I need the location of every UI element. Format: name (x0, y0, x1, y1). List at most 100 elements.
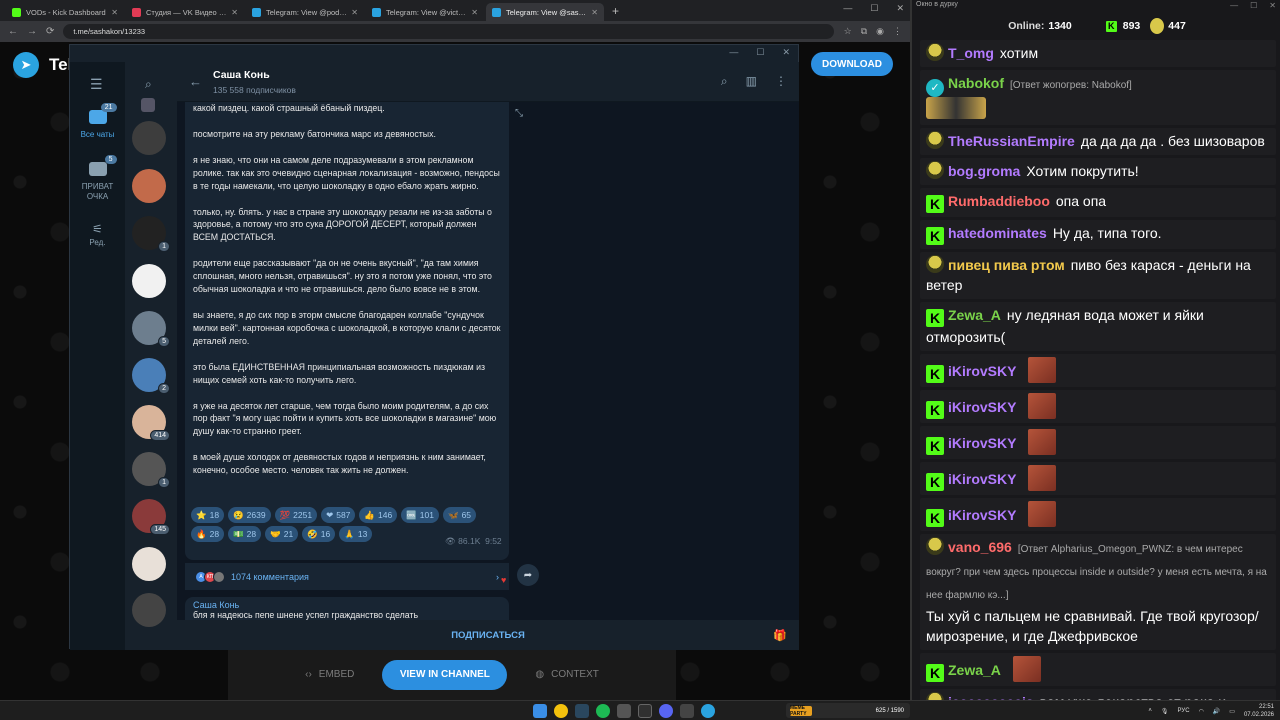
profile-icon[interactable]: ◉ (876, 26, 884, 37)
reaction-chip[interactable]: 😢 2639 (228, 507, 271, 523)
browser-tab[interactable]: VODs - Kick Dashboard ✕ (6, 3, 124, 21)
volume-icon[interactable]: 🔊 (1213, 708, 1220, 715)
context-button[interactable]: ◍ CONTEXT (535, 669, 599, 680)
app-icon[interactable] (638, 704, 652, 718)
close-tab-icon[interactable]: ✕ (231, 8, 238, 17)
chat-avatar[interactable] (132, 169, 166, 203)
hamburger-menu-icon[interactable]: ☰ (90, 76, 103, 93)
back-arrow-icon[interactable]: ← (189, 74, 202, 89)
close-tab-icon[interactable]: ✕ (471, 8, 478, 17)
chat-username[interactable]: vano_696 (948, 539, 1012, 555)
close-window-icon[interactable]: ✕ (896, 3, 904, 14)
browser-tab-active[interactable]: Telegram: View @sashakon ✕ (486, 3, 604, 21)
reaction-chip[interactable]: 💵 28 (228, 526, 262, 542)
chat-avatar[interactable]: 2 (132, 358, 170, 394)
chat-username[interactable]: bog.groma (948, 163, 1020, 179)
chat-username[interactable]: iKirovSKY (948, 363, 1016, 379)
maximize-icon[interactable]: ☐ (1250, 1, 1257, 10)
chat-avatar[interactable]: 1 (132, 452, 170, 488)
view-in-channel-button[interactable]: VIEW IN CHANNEL (382, 659, 508, 690)
chat-avatar[interactable]: 145 (132, 499, 170, 535)
reaction-chip[interactable]: 🆒 101 (401, 507, 439, 523)
chat-avatar[interactable]: 1 (132, 216, 170, 252)
chat-username[interactable]: hatedominates (948, 225, 1047, 241)
maximize-icon[interactable]: ☐ (870, 3, 878, 14)
share-button[interactable]: ➦ (517, 564, 539, 586)
close-window-icon[interactable]: ✕ (1269, 1, 1276, 10)
folder-private[interactable]: 5 ПРИВАТ ОЧКА (70, 155, 125, 202)
close-tab-icon[interactable]: ✕ (111, 8, 118, 17)
chevron-up-icon[interactable]: ˄ (1148, 708, 1152, 714)
chat-username[interactable]: Rumbaddieboo (948, 193, 1050, 209)
discord-icon[interactable] (659, 704, 673, 718)
more-icon[interactable]: ⋮ (775, 74, 787, 89)
chat-avatar[interactable] (132, 547, 166, 581)
app-icon[interactable] (680, 704, 694, 718)
collapse-icon[interactable]: ⤡ (515, 108, 523, 119)
wifi-icon[interactable]: ◠ (1199, 708, 1204, 715)
new-tab-icon[interactable]: + (606, 4, 625, 21)
chat-avatar[interactable] (132, 264, 166, 298)
comments-button[interactable]: A КП 1074 комментария › (185, 562, 509, 590)
chat-username[interactable]: iKirovSKY (948, 471, 1016, 487)
reaction-chip[interactable]: 🙏 13 (339, 526, 373, 542)
close-tab-icon[interactable]: ✕ (351, 8, 358, 17)
search-icon[interactable]: ⌕ (145, 77, 152, 92)
chat-username[interactable]: TheRussianEmpire (948, 133, 1075, 149)
chat-avatar[interactable]: 5 (132, 311, 170, 347)
sidebar-toggle-icon[interactable]: ▥ (746, 74, 757, 89)
mic-icon[interactable]: 🎙 (1161, 708, 1169, 715)
minimize-icon[interactable]: — (1230, 1, 1238, 10)
saved-messages-icon[interactable] (141, 98, 155, 112)
browser-tab[interactable]: Telegram: View @victorstepany ✕ (366, 3, 484, 21)
maximize-icon[interactable]: ☐ (756, 47, 764, 58)
chat-username[interactable]: пивец пива ртом (948, 257, 1065, 273)
reaction-chip[interactable]: 👍 146 (359, 507, 398, 523)
url-field[interactable]: t.me/sashakon/13233 (63, 24, 834, 39)
chat-username[interactable]: iKirovSKY (948, 399, 1016, 415)
chrome-icon[interactable] (554, 704, 568, 718)
close-window-icon[interactable]: ✕ (782, 47, 790, 58)
telegram-icon[interactable] (701, 704, 715, 718)
extensions-icon[interactable]: ⧉ (861, 26, 867, 37)
chat-username[interactable]: Zewa_A (948, 662, 1001, 678)
battery-icon[interactable]: ▭ (1229, 708, 1235, 715)
spotify-icon[interactable] (596, 704, 610, 718)
lang-indicator[interactable]: РУС (1178, 708, 1190, 714)
star-icon[interactable]: ☆ (844, 26, 852, 37)
subscribe-button[interactable]: ПОДПИСАТЬСЯ 🎁 (177, 620, 799, 650)
minimize-icon[interactable]: — (729, 47, 738, 58)
gift-icon[interactable]: 🎁 (773, 629, 787, 642)
chat-username[interactable]: Nabokof (948, 75, 1004, 91)
channel-title[interactable]: Саша Конь (213, 69, 270, 81)
minimize-icon[interactable]: — (843, 3, 852, 14)
chat-avatar[interactable] (132, 593, 166, 627)
reaction-chip[interactable]: 🤣 16 (302, 526, 336, 542)
forward-icon[interactable]: → (27, 26, 37, 37)
reaction-chip[interactable]: 🔥 28 (191, 526, 225, 542)
reaction-chip[interactable]: ❤ 587 (321, 507, 356, 523)
download-button[interactable]: DOWNLOAD (811, 52, 893, 76)
reaction-chip[interactable]: ⭐ 18 (191, 507, 225, 523)
close-tab-icon[interactable]: ✕ (591, 8, 598, 17)
browser-tab[interactable]: Студия — VK Видео Live ✕ (126, 3, 244, 21)
reaction-chip[interactable]: 💯 2251 (274, 507, 318, 523)
reload-icon[interactable]: ⟳ (46, 26, 54, 37)
meme-party-widget[interactable]: MEME PARTY 625 / 1590 (786, 703, 910, 718)
chat-username[interactable]: T_omg (948, 45, 994, 61)
reaction-chip[interactable]: 🤝 21 (265, 526, 299, 542)
browser-tab[interactable]: Telegram: View @podcos_club✕ (246, 3, 364, 21)
steam-icon[interactable] (575, 704, 589, 718)
clock[interactable]: 22:51 07.02.2026 (1244, 703, 1274, 719)
chat-username[interactable]: iKirovSKY (948, 435, 1016, 451)
start-icon[interactable] (533, 704, 547, 718)
folder-all-chats[interactable]: 21 Все чаты (70, 103, 125, 139)
reaction-chip[interactable]: 🦋 65 (442, 507, 477, 523)
app-icon[interactable] (617, 704, 631, 718)
embed-button[interactable]: ‹› EMBED (305, 669, 354, 680)
back-icon[interactable]: ← (8, 26, 18, 37)
menu-icon[interactable]: ⋮ (893, 26, 902, 37)
chat-username[interactable]: Zewa_A (948, 307, 1001, 323)
chat-avatar[interactable] (132, 121, 166, 155)
chat-username[interactable]: iKirovSKY (948, 507, 1016, 523)
